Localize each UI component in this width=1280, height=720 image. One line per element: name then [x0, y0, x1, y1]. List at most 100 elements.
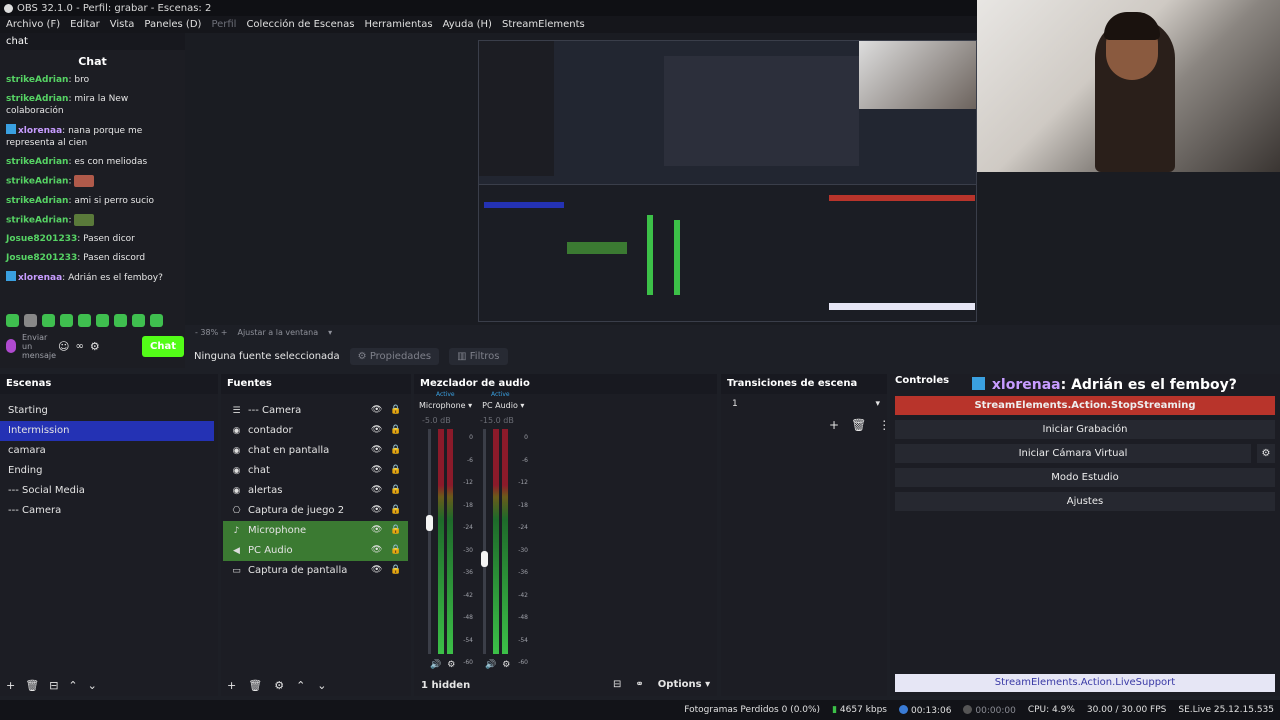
start-recording-button[interactable]: Iniciar Grabación: [895, 420, 1275, 439]
emote-icon[interactable]: [132, 314, 145, 327]
mixer-channel-name[interactable]: PC Audio ▾: [482, 401, 524, 410]
source-item[interactable]: ◉ alertas 👁 🔒: [223, 481, 408, 501]
chat-input[interactable]: Enviar un mensaje: [22, 333, 56, 360]
filters-button[interactable]: ▥ Filtros: [449, 347, 508, 365]
eye-icon[interactable]: 👁: [371, 426, 382, 435]
layout-icon[interactable]: ⊟: [613, 679, 621, 690]
add-icon[interactable]: +: [829, 418, 839, 432]
volume-icon[interactable]: 🔊: [485, 660, 496, 670]
fader-knob[interactable]: [481, 550, 488, 567]
preview-canvas[interactable]: [478, 40, 977, 322]
lock-icon[interactable]: 🔒: [390, 505, 401, 516]
source-item[interactable]: ◉ chat en pantalla 👁 🔒: [223, 441, 408, 461]
eye-icon[interactable]: 👁: [371, 486, 382, 495]
chat-username[interactable]: strikeAdrian: [6, 215, 68, 225]
down-icon[interactable]: ⌄: [88, 679, 97, 692]
source-item[interactable]: ◀ PC Audio 👁 🔒: [223, 541, 408, 561]
lock-icon[interactable]: 🔒: [390, 405, 401, 416]
emote-icon[interactable]: [114, 314, 127, 327]
lock-icon[interactable]: 🔒: [390, 525, 401, 536]
chat-dock-tab[interactable]: chat: [0, 33, 185, 50]
properties-button[interactable]: ⚙ Propiedades: [349, 347, 440, 365]
chat-username[interactable]: strikeAdrian: [6, 157, 68, 167]
source-item[interactable]: ⎔ Captura de juego 2 👁 🔒: [223, 501, 408, 521]
emote-icon[interactable]: [42, 314, 55, 327]
scene-item[interactable]: Intermission: [0, 421, 214, 441]
chat-username[interactable]: Josue8201233: [6, 234, 77, 244]
emote-icon[interactable]: [78, 314, 91, 327]
source-item[interactable]: ◉ chat 👁 🔒: [223, 461, 408, 481]
eye-icon[interactable]: 👁: [371, 546, 382, 555]
scene-item[interactable]: camara: [0, 441, 214, 461]
trash-icon[interactable]: 🗑: [851, 418, 866, 432]
chat-username[interactable]: strikeAdrian: [6, 75, 68, 85]
gear-icon[interactable]: ⚙: [1257, 444, 1275, 463]
emote-icon[interactable]: [96, 314, 109, 327]
menu-coleccion[interactable]: Colección de Escenas: [246, 19, 354, 30]
chat-username[interactable]: xlorenaa: [18, 273, 62, 283]
filter-icon[interactable]: ⊟: [49, 679, 58, 692]
menu-ayuda[interactable]: Ayuda (H): [443, 19, 492, 30]
eye-icon[interactable]: 👁: [371, 566, 382, 575]
link-icon[interactable]: ∞: [75, 341, 83, 352]
eye-icon[interactable]: 👁: [371, 406, 382, 415]
source-item[interactable]: ♪ Microphone 👁 🔒: [223, 521, 408, 541]
emote-icon[interactable]: [24, 314, 37, 327]
settings-button[interactable]: Ajustes: [895, 492, 1275, 511]
source-item[interactable]: ◉ contador 👁 🔒: [223, 421, 408, 441]
settings-icon[interactable]: ⚙: [502, 660, 510, 670]
trash-icon[interactable]: 🗑: [248, 679, 262, 692]
more-icon[interactable]: ⋮: [878, 418, 890, 432]
menu-archivo[interactable]: Archivo (F): [6, 19, 60, 30]
chat-username[interactable]: strikeAdrian: [6, 196, 68, 206]
menu-herramientas[interactable]: Herramientas: [364, 19, 432, 30]
send-chat-button[interactable]: Chat: [142, 335, 184, 357]
scene-item[interactable]: --- Camera: [0, 501, 214, 521]
volume-icon[interactable]: 🔊: [430, 660, 441, 670]
stop-streaming-button[interactable]: StreamElements.Action.StopStreaming: [895, 396, 1275, 415]
options-button[interactable]: Options ▾: [658, 679, 710, 690]
source-item[interactable]: ▭ Captura de pantalla 👁 🔒: [223, 561, 408, 581]
menu-vista[interactable]: Vista: [110, 19, 135, 30]
mic-icon[interactable]: [6, 339, 16, 353]
up-icon[interactable]: ⌃: [68, 679, 77, 692]
settings-icon[interactable]: ⚙: [447, 660, 455, 670]
trash-icon[interactable]: 🗑: [25, 679, 39, 692]
studio-mode-button[interactable]: Modo Estudio: [895, 468, 1275, 487]
emote-icon[interactable]: [60, 314, 73, 327]
chevron-down-icon[interactable]: ▾: [328, 328, 332, 337]
lock-icon[interactable]: 🔒: [390, 485, 401, 496]
gear-icon[interactable]: ⚙: [90, 340, 100, 353]
menu-streamelements[interactable]: StreamElements: [502, 19, 585, 30]
gear-icon[interactable]: ⚙: [274, 679, 284, 692]
emote-icon[interactable]: [6, 314, 19, 327]
chat-username[interactable]: Josue8201233: [6, 253, 77, 263]
transition-select[interactable]: 1 ▾: [726, 396, 886, 412]
chat-username[interactable]: strikeAdrian: [6, 94, 68, 104]
start-virtual-camera-button[interactable]: Iniciar Cámara Virtual: [895, 444, 1251, 463]
live-support-button[interactable]: StreamElements.Action.LiveSupport: [895, 674, 1275, 692]
add-icon[interactable]: +: [6, 679, 15, 692]
lock-icon[interactable]: 🔒: [390, 565, 401, 576]
add-icon[interactable]: +: [227, 679, 236, 692]
eye-icon[interactable]: 👁: [371, 466, 382, 475]
eye-icon[interactable]: 👁: [371, 446, 382, 455]
lock-icon[interactable]: 🔒: [390, 465, 401, 476]
eye-icon[interactable]: 👁: [371, 526, 382, 535]
menu-perfil[interactable]: Perfil: [211, 19, 236, 30]
fader-track[interactable]: [483, 429, 486, 654]
fit-to-window[interactable]: Ajustar a la ventana: [237, 328, 318, 337]
lock-icon[interactable]: 🔒: [390, 425, 401, 436]
emoji-icon[interactable]: ☺: [58, 340, 69, 353]
hidden-count[interactable]: 1 hidden: [421, 680, 470, 691]
chat-username[interactable]: xlorenaa: [18, 126, 62, 136]
scene-item[interactable]: Starting: [0, 401, 214, 421]
fader-track[interactable]: [428, 429, 431, 654]
lock-icon[interactable]: 🔒: [390, 545, 401, 556]
up-icon[interactable]: ⌃: [296, 679, 305, 692]
menu-editar[interactable]: Editar: [70, 19, 100, 30]
eye-icon[interactable]: 👁: [371, 506, 382, 515]
scene-item[interactable]: Ending: [0, 461, 214, 481]
mixer-channel-name[interactable]: Microphone ▾: [419, 401, 472, 410]
source-item[interactable]: ☰ --- Camera 👁 🔒: [223, 401, 408, 421]
